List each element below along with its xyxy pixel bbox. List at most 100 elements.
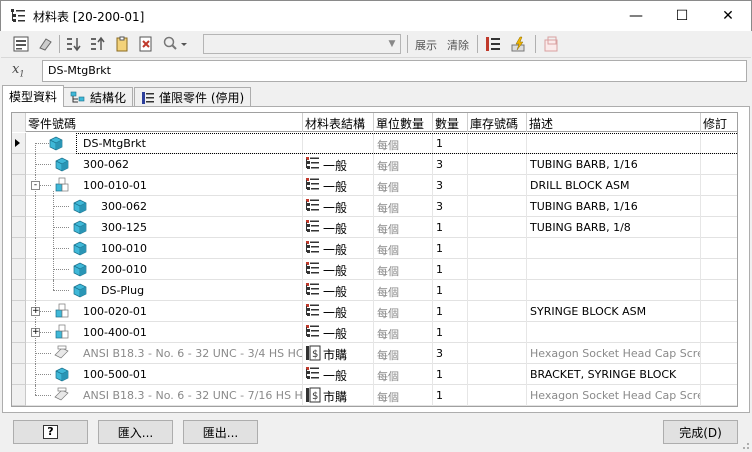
row-selector[interactable] — [12, 217, 26, 238]
revision-cell[interactable] — [701, 364, 737, 385]
description-cell[interactable]: TUBING BARB, 1/8 — [527, 217, 701, 238]
clear-button[interactable]: 清除 — [447, 37, 469, 53]
row-selector[interactable] — [12, 301, 26, 322]
structure-cell[interactable]: $ 市購 — [303, 385, 374, 406]
stock-cell[interactable] — [468, 322, 527, 343]
header-quantity[interactable]: 數量 — [433, 113, 468, 132]
stock-cell[interactable] — [468, 259, 527, 280]
revision-cell[interactable] — [701, 322, 737, 343]
qty-cell[interactable]: 1 — [433, 217, 468, 238]
collapse-toggle-icon[interactable]: - — [31, 181, 40, 190]
stock-cell[interactable] — [468, 133, 527, 154]
unit-cell[interactable]: 每個 — [374, 175, 433, 196]
qty-cell[interactable]: 3 — [433, 175, 468, 196]
part-number-cell[interactable]: 100-010-01 — [80, 175, 303, 196]
revision-cell[interactable] — [701, 217, 737, 238]
table-row[interactable]: 300-062 一般 每個 3 TUBING BARB, 1/16 — [12, 154, 737, 175]
structure-cell[interactable]: 一般 — [303, 301, 374, 322]
find-button[interactable] — [160, 34, 190, 54]
row-selector[interactable] — [12, 154, 26, 175]
revision-cell[interactable] — [701, 154, 737, 175]
description-cell[interactable]: BRACKET, SYRINGE BLOCK — [527, 364, 701, 385]
stock-cell[interactable] — [468, 175, 527, 196]
header-stock-number[interactable]: 庫存號碼 — [468, 113, 527, 132]
revision-cell[interactable] — [701, 301, 737, 322]
table-row[interactable]: DS-Plug 一般 每個 1 — [12, 280, 737, 301]
part-number-cell[interactable]: 100-400-01 — [80, 322, 303, 343]
sort-ascending-button[interactable] — [64, 34, 84, 54]
header-revision[interactable]: 修訂 — [701, 113, 737, 132]
expand-button[interactable]: 展示 — [415, 37, 437, 53]
unit-cell[interactable]: 每個 — [374, 301, 433, 322]
minimize-button[interactable]: — — [613, 1, 659, 31]
revision-cell[interactable] — [701, 238, 737, 259]
structure-cell[interactable] — [303, 133, 374, 154]
import-button[interactable]: 匯入... — [98, 420, 173, 444]
revision-cell[interactable] — [701, 175, 737, 196]
qty-cell[interactable]: 1 — [433, 322, 468, 343]
clipboard-button[interactable] — [112, 34, 132, 54]
table-row[interactable]: - 100-010-01 一般 每個 3 DRILL BLOCK ASM — [12, 175, 737, 196]
structure-cell[interactable]: 一般 — [303, 280, 374, 301]
unit-cell[interactable]: 每個 — [374, 196, 433, 217]
description-cell[interactable]: Hexagon Socket Head Cap Screw — [527, 385, 701, 406]
row-selector[interactable] — [12, 364, 26, 385]
stock-cell[interactable] — [468, 364, 527, 385]
part-number-cell[interactable]: 100-020-01 — [80, 301, 303, 322]
table-row[interactable]: 300-125 一般 每個 1 TUBING BARB, 1/8 — [12, 217, 737, 238]
stock-cell[interactable] — [468, 238, 527, 259]
table-row[interactable]: DS-MtgBrkt 每個 1 — [12, 133, 737, 154]
qty-cell[interactable]: 1 — [433, 364, 468, 385]
part-number-cell[interactable]: DS-MtgBrkt — [80, 133, 303, 154]
renumber-button[interactable] — [136, 34, 156, 54]
tab-model-data[interactable]: 模型資料 — [2, 85, 65, 107]
part-number-cell[interactable]: ANSI B18.3 - No. 6 - 32 UNC - 7/16 HS HC… — [80, 385, 303, 406]
revision-cell[interactable] — [701, 259, 737, 280]
description-cell[interactable]: DRILL BLOCK ASM — [527, 175, 701, 196]
qty-cell[interactable]: 3 — [433, 343, 468, 364]
part-number-cell[interactable]: 100-500-01 — [80, 364, 303, 385]
qty-cell[interactable]: 1 — [433, 133, 468, 154]
qty-cell[interactable]: 1 — [433, 385, 468, 406]
part-number-merge-button[interactable] — [483, 34, 503, 54]
part-number-cell[interactable]: 200-010 — [98, 259, 303, 280]
table-row[interactable]: +100-020-01 一般 每個 1 SYRINGE BLOCK ASM — [12, 301, 737, 322]
done-button[interactable]: 完成(D) — [663, 420, 738, 444]
revision-cell[interactable] — [701, 196, 737, 217]
unit-cell[interactable]: 每個 — [374, 154, 433, 175]
table-row[interactable]: 100-010 一般 每個 1 — [12, 238, 737, 259]
structure-cell[interactable]: 一般 — [303, 238, 374, 259]
revision-cell[interactable] — [701, 280, 737, 301]
part-number-cell[interactable]: 300-062 — [80, 154, 303, 175]
header-unit-quantity[interactable]: 單位數量 — [374, 113, 433, 132]
table-row[interactable]: 200-010 一般 每個 1 — [12, 259, 737, 280]
unit-cell[interactable]: 每個 — [374, 385, 433, 406]
structure-cell[interactable]: 一般 — [303, 322, 374, 343]
part-number-cell[interactable]: 100-010 — [98, 238, 303, 259]
stock-cell[interactable] — [468, 385, 527, 406]
description-cell[interactable] — [527, 280, 701, 301]
row-selector[interactable] — [12, 133, 26, 154]
assembly-name-field[interactable]: DS-MtgBrkt — [42, 60, 747, 82]
table-row[interactable]: 100-500-01 一般 每個 1 BRACKET, SYRINGE BLOCK — [12, 364, 737, 385]
table-row[interactable]: 300-062 一般 每個 3 TUBING BARB, 1/16 — [12, 196, 737, 217]
part-number-cell[interactable]: 300-062 — [98, 196, 303, 217]
qty-cell[interactable]: 1 — [433, 301, 468, 322]
unit-cell[interactable]: 每個 — [374, 343, 433, 364]
description-cell[interactable]: Hexagon Socket Head Cap Screw — [527, 343, 701, 364]
structure-cell[interactable]: $ 市購 — [303, 343, 374, 364]
part-number-cell[interactable]: DS-Plug — [98, 280, 303, 301]
qty-cell[interactable]: 3 — [433, 196, 468, 217]
unit-cell[interactable]: 每個 — [374, 217, 433, 238]
stock-cell[interactable] — [468, 301, 527, 322]
row-selector[interactable] — [12, 280, 26, 301]
view-combo[interactable]: ▼ — [203, 34, 401, 54]
structure-cell[interactable]: 一般 — [303, 364, 374, 385]
row-selector[interactable] — [12, 259, 26, 280]
tab-structured[interactable]: 結構化 — [63, 87, 134, 107]
expand-toggle-icon[interactable]: + — [31, 307, 40, 316]
stock-cell[interactable] — [468, 343, 527, 364]
description-cell[interactable]: TUBING BARB, 1/16 — [527, 154, 701, 175]
edit-button[interactable] — [509, 34, 529, 54]
header-part-number[interactable]: 零件號碼 — [26, 113, 303, 132]
